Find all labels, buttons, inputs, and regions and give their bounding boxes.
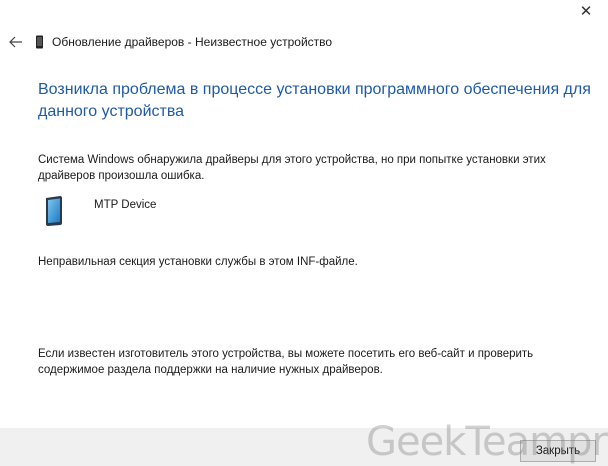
device-name: MTP Device <box>94 199 157 211</box>
device-icon <box>35 35 45 49</box>
dialog-footer: Закрыть <box>0 428 608 466</box>
error-headline: Возникла проблема в процессе установки п… <box>38 81 591 120</box>
error-message: Система Windows обнаружила драйверы для … <box>38 154 546 182</box>
window-close-button[interactable]: ✕ <box>564 0 608 22</box>
navigation-row: Обновление драйверов - Неизвестное устро… <box>0 30 608 54</box>
nav-title: Обновление драйверов - Неизвестное устро… <box>52 35 333 49</box>
manufacturer-advice: Если известен изготовитель этого устройс… <box>38 348 534 376</box>
error-detail: Неправильная секция установки службы в э… <box>38 256 358 268</box>
back-arrow-icon <box>9 36 22 48</box>
back-button[interactable] <box>3 30 29 54</box>
title-bar: ✕ <box>0 0 608 28</box>
device-entry: MTP Device <box>44 195 344 227</box>
close-icon: ✕ <box>579 2 593 20</box>
mobile-device-icon <box>44 195 64 227</box>
driver-update-window: ✕ Обновление драйверов - Неизвестное уст… <box>0 0 608 466</box>
close-button[interactable]: Закрыть <box>520 440 596 462</box>
